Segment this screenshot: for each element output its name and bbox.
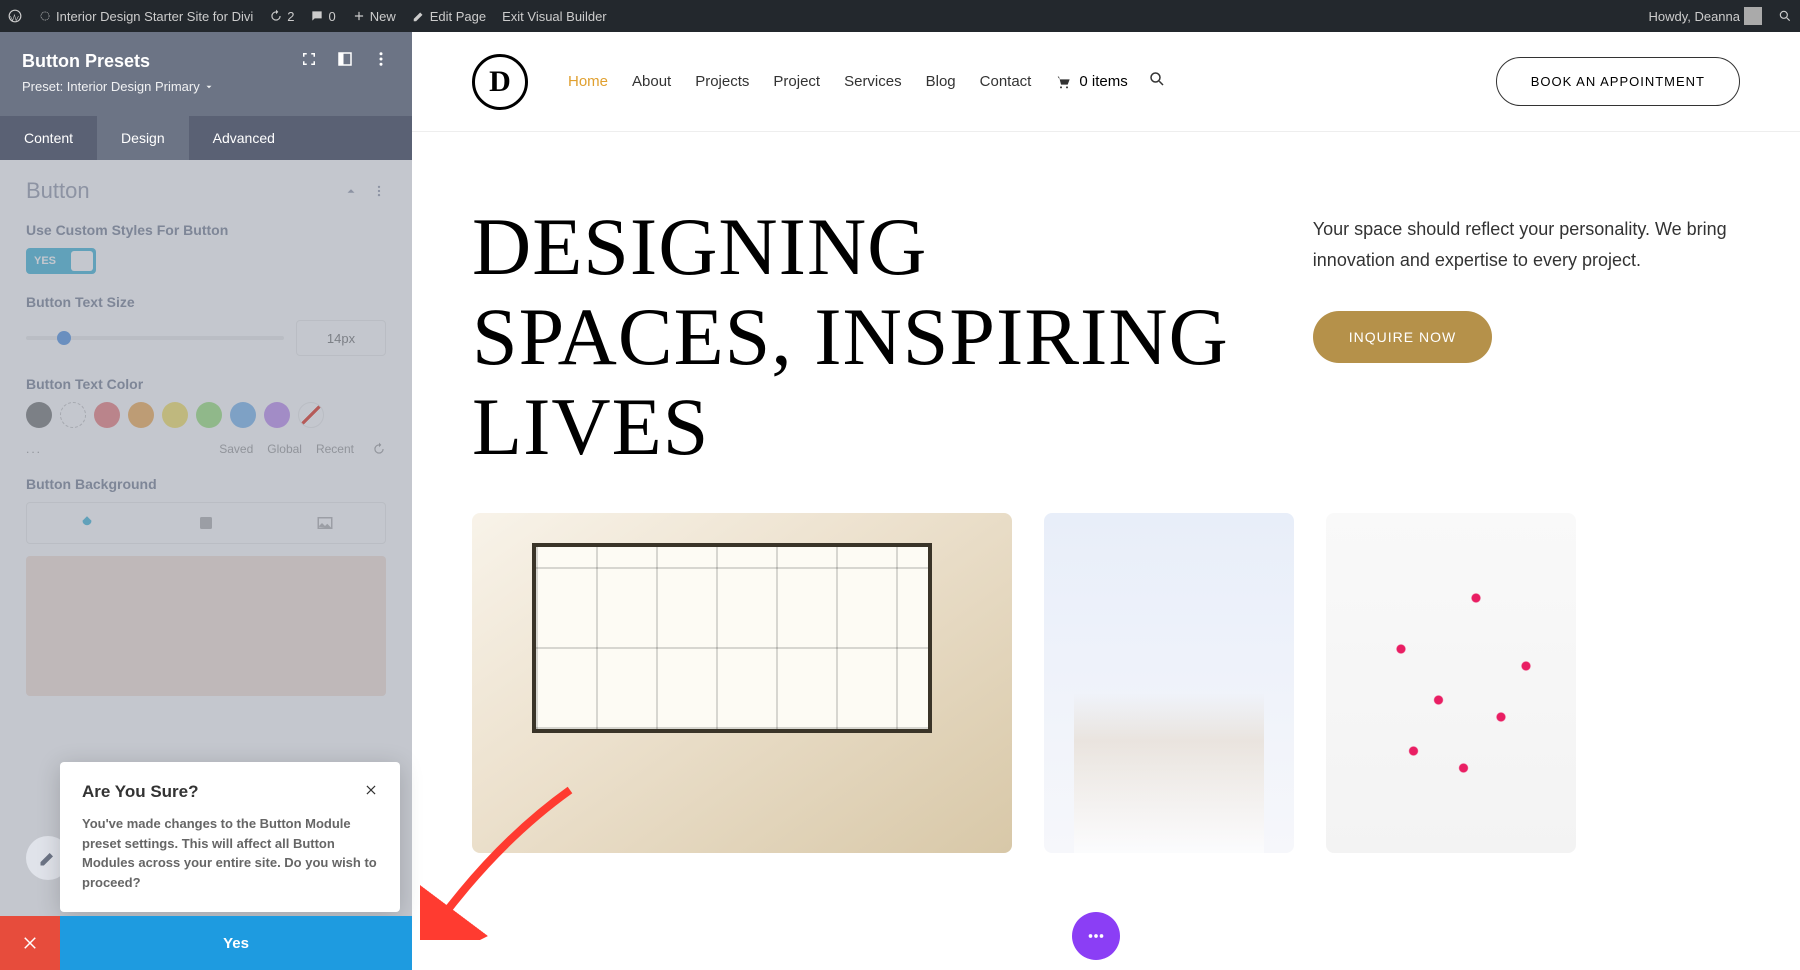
- custom-styles-toggle[interactable]: YES: [26, 248, 96, 274]
- tab-content[interactable]: Content: [0, 116, 97, 160]
- inquire-button[interactable]: INQUIRE NOW: [1313, 311, 1492, 363]
- confirm-cancel-button[interactable]: [0, 916, 60, 970]
- swatch[interactable]: [162, 402, 188, 428]
- background-label: Button Background: [26, 476, 386, 492]
- nav-home[interactable]: Home: [568, 73, 608, 90]
- site-search-icon[interactable]: [1148, 70, 1166, 93]
- confirm-title: Are You Sure?: [82, 782, 199, 802]
- bg-preview[interactable]: [26, 556, 386, 696]
- color-tab-global[interactable]: Global: [267, 442, 302, 456]
- nav-projects[interactable]: Projects: [695, 73, 749, 90]
- text-size-input[interactable]: 14px: [296, 320, 386, 356]
- swatch[interactable]: [230, 402, 256, 428]
- swatch[interactable]: [128, 402, 154, 428]
- comments-link[interactable]: 0: [310, 9, 335, 24]
- tab-advanced[interactable]: Advanced: [189, 116, 299, 160]
- color-reset-icon[interactable]: [372, 442, 386, 456]
- search-admin-icon[interactable]: [1778, 9, 1792, 23]
- more-icon[interactable]: [372, 50, 390, 73]
- new-link[interactable]: New: [352, 9, 396, 24]
- swatch[interactable]: [60, 402, 86, 428]
- confirm-text: You've made changes to the Button Module…: [82, 814, 378, 892]
- revisions-link[interactable]: 2: [269, 9, 294, 24]
- main-nav: Home About Projects Project Services Blo…: [568, 73, 1031, 90]
- wp-logo-icon[interactable]: [8, 9, 22, 23]
- hero-image-2: [1044, 513, 1294, 853]
- settings-tabs: Content Design Advanced: [0, 116, 412, 160]
- focus-icon[interactable]: [300, 50, 318, 73]
- bg-tab-gradient[interactable]: [146, 503, 265, 543]
- text-color-label: Button Text Color: [26, 376, 386, 392]
- edit-page-link[interactable]: Edit Page: [412, 9, 486, 24]
- nav-services[interactable]: Services: [844, 73, 902, 90]
- site-preview: D Home About Projects Project Services B…: [412, 32, 1800, 970]
- swatch[interactable]: [196, 402, 222, 428]
- confirm-close-button[interactable]: [364, 782, 378, 802]
- color-tab-saved[interactable]: Saved: [219, 442, 253, 456]
- swatch-none[interactable]: [298, 402, 324, 428]
- nav-about[interactable]: About: [632, 73, 671, 90]
- cart-link[interactable]: 0 items: [1055, 73, 1127, 90]
- site-name-link[interactable]: Interior Design Starter Site for Divi: [38, 9, 253, 24]
- color-tab-recent[interactable]: Recent: [316, 442, 354, 456]
- text-size-label: Button Text Size: [26, 294, 386, 310]
- section-more-icon[interactable]: [372, 184, 386, 198]
- avatar-icon: [1744, 7, 1762, 25]
- swatch[interactable]: [264, 402, 290, 428]
- custom-styles-label: Use Custom Styles For Button: [26, 222, 386, 238]
- chevron-up-icon[interactable]: [344, 184, 358, 198]
- book-appointment-button[interactable]: BOOK AN APPOINTMENT: [1496, 57, 1740, 106]
- hero-title: DESIGNING SPACES, INSPIRING LIVES: [472, 202, 1233, 473]
- settings-sidebar: Button Presets Preset: Interior Design P…: [0, 32, 412, 970]
- nav-contact[interactable]: Contact: [980, 73, 1032, 90]
- wp-admin-bar: Interior Design Starter Site for Divi 2 …: [0, 0, 1800, 32]
- bg-tab-color[interactable]: [27, 503, 146, 543]
- bg-tab-image[interactable]: [266, 503, 385, 543]
- swatch[interactable]: [94, 402, 120, 428]
- exit-vb-link[interactable]: Exit Visual Builder: [502, 9, 607, 24]
- nav-blog[interactable]: Blog: [926, 73, 956, 90]
- site-header: D Home About Projects Project Services B…: [412, 32, 1800, 132]
- cart-icon: [1055, 74, 1071, 90]
- preset-selector[interactable]: Preset: Interior Design Primary: [22, 79, 214, 94]
- confirm-yes-button[interactable]: Yes: [60, 916, 412, 970]
- dock-icon[interactable]: [336, 50, 354, 73]
- text-size-slider[interactable]: [26, 336, 284, 340]
- sidebar-title: Button Presets: [22, 51, 300, 72]
- module-add-fab[interactable]: [1072, 912, 1120, 960]
- tab-design[interactable]: Design: [97, 116, 189, 160]
- hero-text: Your space should reflect your personali…: [1313, 214, 1740, 275]
- logo-icon[interactable]: D: [472, 54, 528, 110]
- nav-project[interactable]: Project: [773, 73, 820, 90]
- section-button[interactable]: Button: [26, 178, 386, 204]
- hero-image-1: [472, 513, 1012, 853]
- swatch[interactable]: [26, 402, 52, 428]
- confirm-popover: Are You Sure? You've made changes to the…: [60, 762, 400, 912]
- color-swatches: [26, 402, 386, 428]
- howdy-link[interactable]: Howdy, Deanna: [1648, 7, 1762, 25]
- hero-image-3: [1326, 513, 1576, 853]
